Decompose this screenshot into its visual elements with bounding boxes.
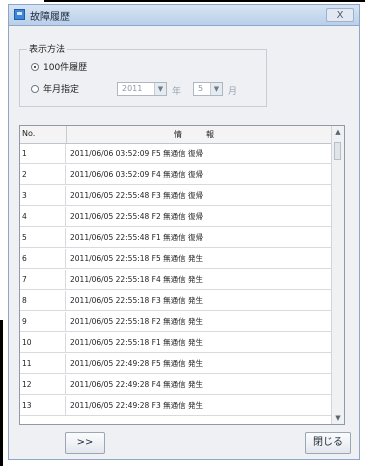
- table-header: No. 情 報: [20, 126, 332, 144]
- row-info: 2011/06/05 22:55:18 F4 無通信 発生: [70, 275, 204, 284]
- table-row[interactable]: 7 2011/06/05 22:55:18 F4 無通信 発生: [20, 270, 332, 290]
- table-row[interactable]: 6 2011/06/05 22:55:18 F5 無通信 発生: [20, 249, 332, 269]
- row-info: 2011/06/06 03:52:09 F5 無通信 復帰: [70, 149, 204, 158]
- row-info: 2011/06/05 22:55:48 F1 無通信 復帰: [70, 233, 204, 242]
- row-info: 2011/06/05 22:49:28 F5 無通信 発生: [70, 359, 204, 368]
- row-number: 1: [20, 144, 66, 163]
- table-body: 1 2011/06/06 03:52:09 F5 無通信 復帰 2 2011/0…: [20, 144, 332, 424]
- window-title: 故障履歴: [30, 12, 70, 23]
- row-info: 2011/06/05 22:55:48 F3 無通信 復帰: [70, 191, 204, 200]
- row-number: 6: [20, 249, 66, 268]
- row-number: 9: [20, 312, 66, 331]
- table-row[interactable]: 3 2011/06/05 22:55:48 F3 無通信 復帰: [20, 186, 332, 206]
- row-info: 2011/06/05 22:55:18 F2 無通信 発生: [70, 317, 204, 326]
- header-info-2: 報: [206, 130, 214, 139]
- row-info: 2011/06/05 22:55:18 F1 無通信 発生: [70, 338, 204, 347]
- top-border-line: [44, 0, 365, 2]
- display-method-legend: 表示方法: [27, 42, 68, 55]
- year-unit-label: 年: [172, 87, 182, 97]
- table-scrollbar[interactable]: ▲ ▼: [331, 126, 344, 424]
- row-number: 11: [20, 354, 66, 373]
- table-row[interactable]: 12 2011/06/05 22:49:28 F4 無通信 発生: [20, 375, 332, 395]
- row-number: 2: [20, 165, 66, 184]
- radio-100-history-label: 100件履歴: [43, 63, 88, 73]
- radio-100-history[interactable]: [31, 63, 39, 71]
- row-number: 4: [20, 207, 66, 226]
- table-row[interactable]: 1 2011/06/06 03:52:09 F5 無通信 復帰: [20, 144, 332, 164]
- header-separator: [66, 126, 67, 143]
- close-dialog-button[interactable]: 閉じる: [305, 432, 351, 454]
- radio-year-month-label: 年月指定: [43, 85, 80, 95]
- month-select-value: 5: [198, 84, 204, 93]
- row-info: 2011/06/05 22:55:18 F5 無通信 発生: [70, 254, 204, 263]
- table-row[interactable]: 2 2011/06/06 03:52:09 F4 無通信 復帰: [20, 165, 332, 185]
- table-row[interactable]: 9 2011/06/05 22:55:18 F2 無通信 発生: [20, 312, 332, 332]
- row-info: 2011/06/06 03:52:09 F4 無通信 復帰: [70, 170, 204, 179]
- header-info-1: 情: [174, 130, 182, 139]
- row-number: 8: [20, 291, 66, 310]
- title-bar: 故障履歴 X: [9, 5, 359, 26]
- close-button[interactable]: X: [326, 8, 354, 22]
- row-number: 12: [20, 375, 66, 394]
- chevron-down-icon[interactable]: ▼: [210, 83, 222, 95]
- table-row[interactable]: 5 2011/06/05 22:55:48 F1 無通信 復帰: [20, 228, 332, 248]
- year-select-value: 2011: [122, 84, 143, 93]
- row-info: 2011/06/05 22:55:18 F3 無通信 発生: [70, 296, 204, 305]
- row-number: 5: [20, 228, 66, 247]
- chevron-down-icon[interactable]: ▼: [154, 83, 166, 95]
- header-no: No.: [22, 129, 36, 138]
- radio-year-month[interactable]: [31, 85, 39, 93]
- row-info: 2011/06/05 22:55:48 F2 無通信 復帰: [70, 212, 204, 221]
- table-row[interactable]: 4 2011/06/05 22:55:48 F2 無通信 復帰: [20, 207, 332, 227]
- row-number: 13: [20, 396, 66, 415]
- row-number: 3: [20, 186, 66, 205]
- scroll-up-icon[interactable]: ▲: [332, 126, 344, 138]
- row-info: 2011/06/05 22:49:28 F3 無通信 発生: [70, 401, 204, 410]
- scroll-thumb[interactable]: [334, 142, 341, 160]
- table-row[interactable]: 10 2011/06/05 22:55:18 F1 無通信 発生: [20, 333, 332, 353]
- next-page-button[interactable]: >>: [65, 432, 105, 454]
- row-number: 10: [20, 333, 66, 352]
- app-window-icon: [14, 9, 25, 20]
- scroll-down-icon[interactable]: ▼: [332, 412, 344, 424]
- month-select[interactable]: 5 ▼: [193, 82, 223, 96]
- fault-history-window: 故障履歴 X 表示方法 100件履歴 年月指定 2011 ▼ 年 5 ▼ 月 N…: [8, 4, 360, 460]
- row-info: 2011/06/05 22:49:28 F4 無通信 発生: [70, 380, 204, 389]
- year-select[interactable]: 2011 ▼: [117, 82, 167, 96]
- row-number: 7: [20, 270, 66, 289]
- display-method-group: [19, 49, 267, 107]
- history-table: No. 情 報 1 2011/06/06 03:52:09 F5 無通信 復帰 …: [19, 125, 345, 425]
- left-border-line: [0, 320, 3, 466]
- table-row[interactable]: 13 2011/06/05 22:49:28 F3 無通信 発生: [20, 396, 332, 416]
- table-row[interactable]: 8 2011/06/05 22:55:18 F3 無通信 発生: [20, 291, 332, 311]
- month-unit-label: 月: [228, 87, 238, 97]
- table-row[interactable]: 11 2011/06/05 22:49:28 F5 無通信 発生: [20, 354, 332, 374]
